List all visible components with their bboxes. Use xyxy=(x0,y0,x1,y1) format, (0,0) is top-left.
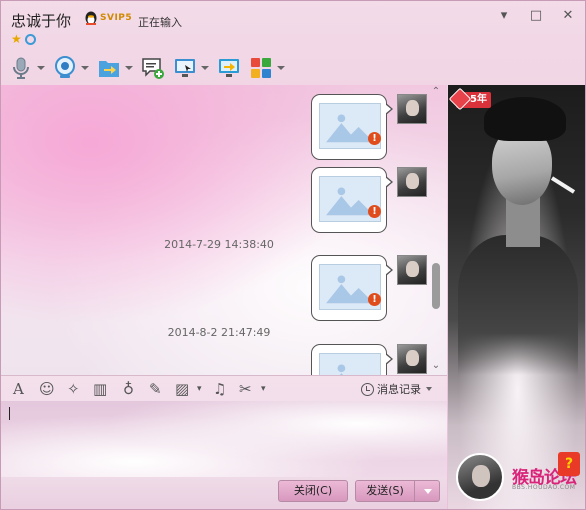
contact-show-panel[interactable]: 5年 猴岛论坛 BBS.HOUDAO.COM ? xyxy=(448,85,585,509)
image-icon[interactable]: ▨ xyxy=(175,380,189,398)
avatar[interactable] xyxy=(397,167,427,197)
font-icon[interactable]: A xyxy=(13,380,24,398)
webcam-icon xyxy=(55,56,75,78)
chevron-down-icon xyxy=(426,387,432,391)
message-timestamp: 2014-8-2 21:47:49 xyxy=(167,326,271,339)
qq-penguin-icon xyxy=(85,11,97,25)
send-button[interactable]: 发送(S) xyxy=(355,480,415,502)
mobile-status-icon[interactable] xyxy=(24,34,36,45)
action-bar: 关闭(C) 发送(S) xyxy=(1,477,447,509)
voice-call-button[interactable] xyxy=(9,56,45,80)
star-icon[interactable]: ★ xyxy=(11,33,22,45)
send-failed-icon[interactable]: ! xyxy=(368,293,381,306)
clock-icon xyxy=(361,382,374,396)
message-timestamp: 2014-7-29 14:38:40 xyxy=(164,238,274,251)
contact-name[interactable]: 忠诚于你 xyxy=(11,10,71,31)
scroll-up-icon[interactable]: ⌃ xyxy=(431,87,441,97)
magic-icon[interactable]: ✧ xyxy=(67,380,80,398)
show-photo xyxy=(458,235,578,375)
remote-assist-icon xyxy=(175,59,195,77)
history-label: 消息记录 xyxy=(377,383,421,396)
chevron-down-icon[interactable]: ▾ xyxy=(197,380,202,398)
message-history[interactable]: ! ! 2014-7-29 14:38:40 ! 2014-8-2 21:47:… xyxy=(1,85,447,375)
emoji-icon[interactable]: ☺ xyxy=(39,380,55,398)
vip-badge[interactable]: SVIP5 xyxy=(100,13,132,23)
close-button[interactable]: 关闭(C) xyxy=(278,480,348,502)
text-caret xyxy=(9,407,10,420)
chevron-down-icon[interactable] xyxy=(81,66,89,70)
screenshot-icon[interactable]: ✂ xyxy=(239,380,252,398)
send-file-icon xyxy=(99,61,119,77)
music-icon[interactable]: ♫ xyxy=(213,380,226,398)
chevron-down-icon[interactable] xyxy=(125,66,133,70)
new-discussion-icon xyxy=(142,58,164,79)
image-message-bubble[interactable]: ! xyxy=(311,94,393,160)
avatar[interactable] xyxy=(397,344,427,374)
show-photo-cigarette xyxy=(550,176,576,194)
avatar[interactable] xyxy=(397,255,427,285)
year-badge[interactable]: 5年 xyxy=(448,87,491,111)
minimize-icon[interactable]: ▾ xyxy=(497,9,511,23)
scroll-down-icon[interactable]: ⌄ xyxy=(431,361,441,371)
image-message-bubble[interactable] xyxy=(311,344,393,375)
remote-assist-button[interactable] xyxy=(173,56,209,80)
close-icon[interactable]: ✕ xyxy=(561,9,575,23)
send-failed-icon[interactable]: ! xyxy=(368,205,381,218)
share-screen-icon xyxy=(219,59,239,77)
avatar[interactable] xyxy=(397,94,427,124)
image-message-bubble[interactable]: ! xyxy=(311,167,393,233)
apps-grid-icon xyxy=(251,58,271,78)
main-toolbar xyxy=(9,55,293,81)
message-history-button[interactable]: 消息记录 xyxy=(361,381,432,397)
new-discussion-button[interactable] xyxy=(141,56,165,80)
chevron-down-icon[interactable] xyxy=(201,66,209,70)
video-call-button[interactable] xyxy=(53,56,89,80)
send-failed-icon[interactable]: ! xyxy=(368,132,381,145)
voice-message-icon[interactable]: ♁ xyxy=(123,380,134,398)
edit-icon[interactable]: ✎ xyxy=(149,380,162,398)
share-screen-button[interactable] xyxy=(217,56,241,80)
chevron-down-icon xyxy=(424,489,432,494)
chat-scrollbar[interactable]: ⌃ ⌄ xyxy=(429,85,443,375)
image-placeholder-icon xyxy=(319,353,381,375)
year-badge-label: 5年 xyxy=(470,94,487,105)
title-bar[interactable]: 忠诚于你 SVIP5 正在输入 ★ ▾ □ ✕ xyxy=(1,1,585,51)
chat-window: 忠诚于你 SVIP5 正在输入 ★ ▾ □ ✕ ! ! 2014-7-29 14… xyxy=(0,0,586,510)
send-file-button[interactable] xyxy=(97,56,133,80)
chevron-down-icon[interactable] xyxy=(37,66,45,70)
apps-button[interactable] xyxy=(249,56,285,80)
screen-shake-icon[interactable]: ▥ xyxy=(93,380,107,398)
image-message-bubble[interactable]: ! xyxy=(311,255,393,321)
show-photo-hair xyxy=(484,97,566,141)
microphone-icon xyxy=(13,57,29,79)
message-input[interactable] xyxy=(1,401,447,477)
gem-icon xyxy=(448,87,472,111)
chevron-down-icon[interactable] xyxy=(277,66,285,70)
watermark-url: BBS.HOUDAO.COM xyxy=(512,484,576,491)
maximize-icon[interactable]: □ xyxy=(529,9,543,23)
chevron-down-icon[interactable]: ▾ xyxy=(261,380,266,398)
send-options-button[interactable] xyxy=(414,480,440,502)
typing-status: 正在输入 xyxy=(138,16,182,29)
gift-icon[interactable]: ? xyxy=(558,452,580,476)
input-toolbar: A ☺ ✧ ▥ ♁ ✎ ▨ ▾ ♫ ✂ ▾ 消息记录 xyxy=(1,375,447,401)
avatar[interactable] xyxy=(456,453,504,501)
scroll-thumb[interactable] xyxy=(432,263,440,309)
